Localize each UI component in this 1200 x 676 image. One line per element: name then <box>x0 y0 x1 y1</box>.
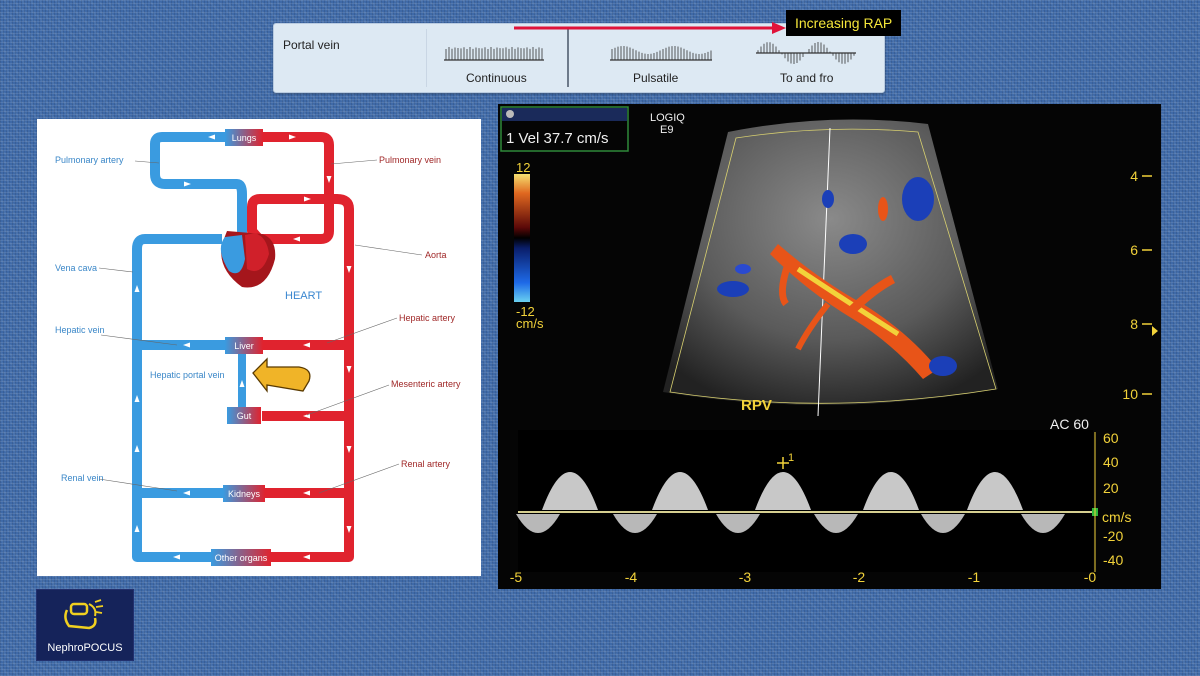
gut-label: Gut <box>237 411 252 421</box>
velocity-tick-label: 40 <box>1103 454 1119 470</box>
color-scale-top: 12 <box>516 160 530 175</box>
other-organs-label: Other organs <box>215 553 268 563</box>
continuous-label: Continuous <box>466 71 527 85</box>
focal-zone-marker <box>1152 326 1158 336</box>
pulmonary-vein-label: Pulmonary vein <box>379 155 441 165</box>
kidneys-label: Kidneys <box>228 489 261 499</box>
depth-tick-label: 8 <box>1130 316 1138 332</box>
heart-icon <box>220 231 276 288</box>
vena-cava-vessel <box>132 234 227 562</box>
depth-tick-label: 6 <box>1130 242 1138 258</box>
device-name: LOGIQ <box>650 112 685 124</box>
pulmonary-artery-vessel <box>150 132 247 239</box>
device-model: E9 <box>660 124 673 136</box>
velocity-tick-label: -20 <box>1103 528 1123 544</box>
time-tick-label: -5 <box>510 569 523 585</box>
nephropocus-logo: NephroPOCUS <box>36 589 134 661</box>
divider <box>567 29 569 87</box>
pulmonary-artery-label: Pulmonary artery <box>55 155 124 165</box>
color-scale-unit: cm/s <box>516 316 544 331</box>
portal-vein-title: Portal vein <box>283 38 340 52</box>
measurement-cursor-label: 1 <box>788 452 794 464</box>
pulsatile-waveform <box>610 46 712 61</box>
color-velocity-bar <box>514 174 530 302</box>
to-and-fro-waveform <box>756 42 856 64</box>
hepatic-vein-label: Hepatic vein <box>55 325 105 335</box>
hepatic-artery-label: Hepatic artery <box>399 313 456 323</box>
velocity-readout: 1 Vel 37.7 cm/s <box>506 130 609 147</box>
renal-vein-label: Renal vein <box>61 473 104 483</box>
depth-tick-label: 10 <box>1122 386 1138 402</box>
vena-cava-label: Vena cava <box>55 263 97 273</box>
liver-label: Liver <box>234 341 254 351</box>
to-and-fro-label: To and fro <box>780 71 834 85</box>
pulsatile-label: Pulsatile <box>633 71 679 85</box>
time-tick-label: -2 <box>853 569 866 585</box>
time-tick-label: -1 <box>968 569 981 585</box>
ultrasound-image: 1 Vel 37.7 cm/s LOGIQ E9 12 -12 cm/s RPV… <box>498 104 1161 589</box>
time-tick-label: -4 <box>625 569 638 585</box>
increasing-rap-arrow <box>514 22 786 34</box>
mesenteric-artery-label: Mesenteric artery <box>391 379 461 389</box>
spectral-unit: cm/s <box>1102 509 1132 525</box>
depth-tick-label: 4 <box>1130 168 1138 184</box>
velocity-tick-label: 60 <box>1103 430 1119 446</box>
portal-vein-pointer-icon <box>252 357 311 393</box>
hepatic-portal-vein-label: Hepatic portal vein <box>150 370 225 380</box>
heart-label: HEART <box>285 290 322 302</box>
time-tick-label: -0 <box>1084 569 1097 585</box>
lungs-label: Lungs <box>232 133 257 143</box>
circulation-diagram: Lungs Liver Gut Kidneys Other organs HEA… <box>37 119 481 576</box>
increasing-rap-label: Increasing RAP <box>786 10 902 36</box>
velocity-tick-label: 20 <box>1103 480 1119 496</box>
spectral-ac-label: AC 60 <box>1050 416 1089 432</box>
aorta-label: Aorta <box>425 250 447 260</box>
region-label: RPV <box>741 397 772 414</box>
spectral-doppler-panel: AC 60 cm/s 60 40 20 -20 -40 -5 -4 -3 -2 -1 -0 1 <box>510 416 1132 585</box>
probe-logo-icon <box>64 599 104 630</box>
divider <box>426 29 427 87</box>
continuous-waveform <box>444 47 544 61</box>
logo-text: NephroPOCUS <box>47 642 123 654</box>
time-tick-label: -3 <box>739 569 752 585</box>
renal-artery-label: Renal artery <box>401 459 451 469</box>
velocity-tick-label: -40 <box>1103 552 1123 568</box>
